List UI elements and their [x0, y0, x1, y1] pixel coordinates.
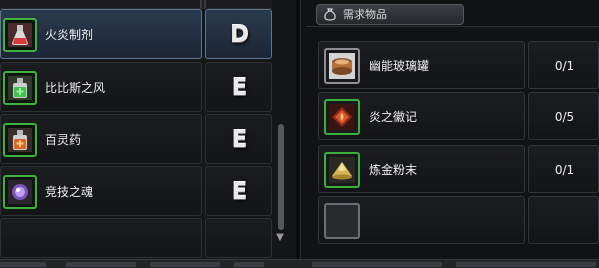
requirement-count-cell: 0/1 [528, 145, 599, 193]
recipe-row-5[interactable] [0, 218, 272, 258]
bag-icon [324, 8, 336, 21]
recipe-row-main[interactable]: 比比斯之风 [0, 62, 202, 112]
green-potion-bottle-icon [3, 71, 37, 105]
alchemy-powder-icon[interactable] [324, 152, 360, 188]
recipe-row-2[interactable]: 比比斯之风 E [0, 62, 272, 112]
recipe-row-3[interactable]: 百灵药 E [0, 114, 272, 164]
recipe-grade-cell: E [205, 62, 272, 112]
requirement-item-cell[interactable] [318, 196, 525, 244]
requirement-name: 炼金粉末 [369, 163, 418, 177]
requirement-item-cell[interactable]: 幽能玻璃罐 [318, 41, 525, 89]
requirement-item-cell[interactable]: 炎之徽记 [318, 92, 525, 140]
red-potion-flask-icon [3, 18, 37, 52]
scroll-down-arrow-icon[interactable]: ▼ [274, 233, 286, 243]
requirements-tab[interactable]: 需求物品 [316, 4, 464, 25]
flame-emblem-icon[interactable] [324, 99, 360, 135]
recipe-grade-cell [205, 218, 272, 258]
recipe-grade: E [231, 75, 248, 101]
requirement-count-cell: 0/5 [528, 92, 599, 140]
header-divider [306, 26, 599, 27]
requirement-row-2[interactable]: 炎之徽记 0/5 [318, 92, 599, 140]
recipe-name: 百灵药 [45, 133, 82, 147]
requirement-count: 0/1 [554, 59, 575, 73]
recipe-grade: D [229, 22, 250, 48]
requirement-item-cell[interactable]: 炼金粉末 [318, 145, 525, 193]
requirement-count: 0/1 [554, 163, 575, 177]
purple-orb-icon [3, 175, 37, 209]
recipe-row-4[interactable]: 竞技之魂 E [0, 166, 272, 216]
scrollbar-thumb[interactable] [278, 124, 284, 230]
requirement-row-1[interactable]: 幽能玻璃罐 0/1 [318, 41, 599, 89]
recipe-grade: E [231, 179, 248, 205]
recipe-grade-cell: D [205, 9, 272, 59]
requirement-row-3[interactable]: 炼金粉末 0/1 [318, 145, 599, 193]
recipe-grade: E [231, 127, 248, 153]
recipe-name: 比比斯之风 [45, 81, 106, 95]
requirement-row-4[interactable] [318, 196, 599, 244]
recipe-row-main[interactable]: 火炎制剂 [0, 9, 202, 59]
recipe-grade-cell: E [205, 114, 272, 164]
recipe-list-top-edge [0, 0, 272, 9]
recipe-grade-cell: E [205, 166, 272, 216]
requirement-count-cell [528, 196, 599, 244]
requirement-name: 幽能玻璃罐 [369, 59, 430, 73]
recipe-name: 火炎制剂 [45, 28, 94, 42]
glass-jar-icon[interactable] [324, 48, 360, 84]
recipe-row-main[interactable]: 百灵药 [0, 114, 202, 164]
recipe-name: 竞技之魂 [45, 185, 94, 199]
recipe-row-main[interactable] [0, 218, 202, 258]
requirement-count: 0/5 [554, 110, 575, 124]
empty-slot[interactable] [324, 203, 360, 239]
requirement-name: 炎之徽记 [369, 110, 418, 124]
requirements-tab-label: 需求物品 [343, 8, 387, 21]
orange-elixir-bottle-icon [3, 123, 37, 157]
requirement-count-cell: 0/1 [528, 41, 599, 89]
recipe-row-main[interactable]: 竞技之魂 [0, 166, 202, 216]
recipe-row-1[interactable]: 火炎制剂 D [0, 9, 272, 59]
